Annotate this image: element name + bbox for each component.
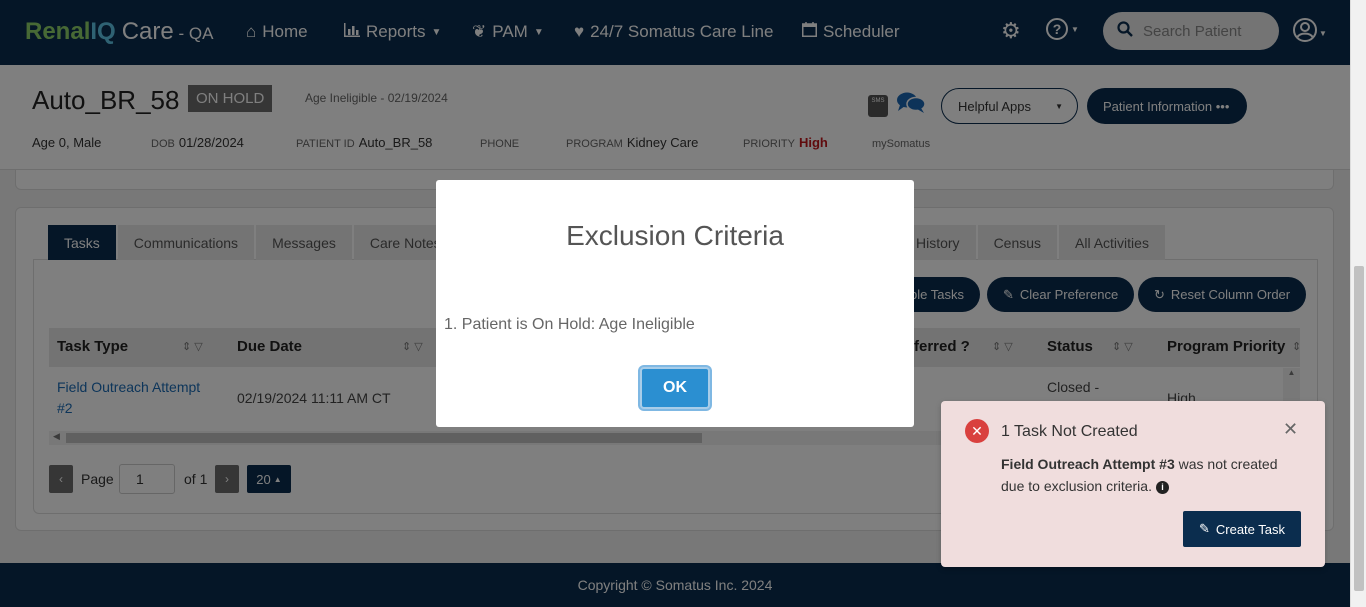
toast-title: 1 Task Not Created [1001,423,1138,440]
error-toast: ✕ 1 Task Not Created ✕ Field Outreach At… [941,401,1325,567]
page-scrollbar[interactable] [1350,0,1366,607]
create-task-button[interactable]: ✎ Create Task [1183,511,1301,547]
page-scroll-thumb[interactable] [1354,266,1364,591]
edit-icon: ✎ [1198,521,1210,536]
exclusion-criteria-dialog: Exclusion Criteria 1. Patient is On Hold… [436,180,914,427]
close-icon[interactable]: ✕ [1283,419,1298,440]
dialog-title: Exclusion Criteria [566,220,784,251]
create-task-label: Create Task [1215,521,1286,537]
toast-task-name: Field Outreach Attempt #3 [1001,456,1175,472]
ok-button[interactable]: OK [640,367,710,409]
dialog-message: 1. Patient is On Hold: Age Ineligible [444,316,695,333]
toast-message: Field Outreach Attempt #3 was not create… [1001,453,1301,497]
error-icon: ✕ [965,419,989,443]
info-icon[interactable]: i [1155,481,1169,494]
